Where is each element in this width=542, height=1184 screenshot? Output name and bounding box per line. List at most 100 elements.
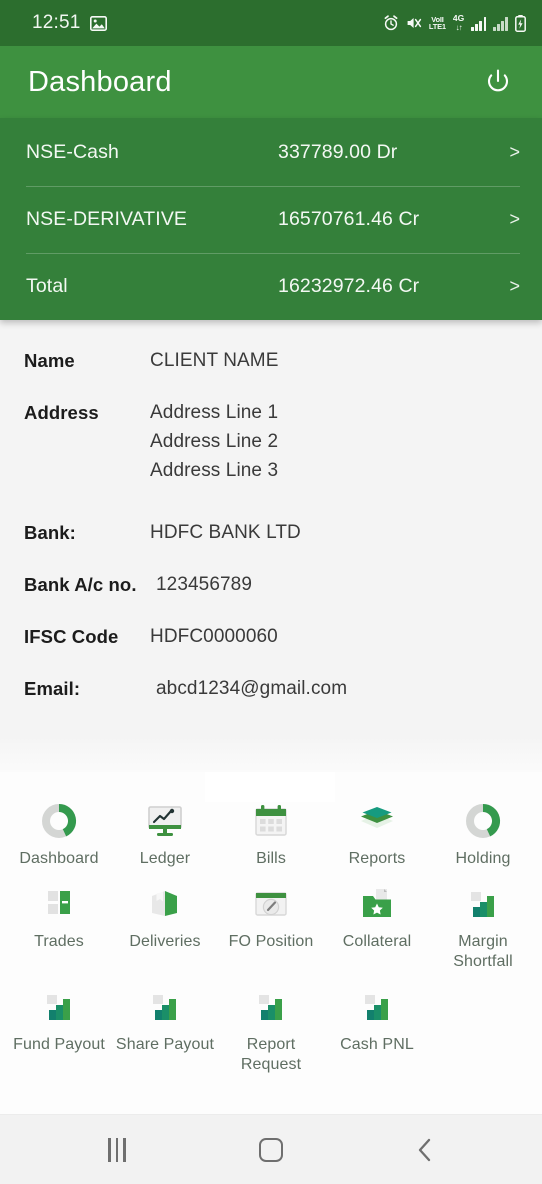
logout-power-button[interactable] bbox=[476, 60, 520, 104]
detail-value-account-number: 123456789 bbox=[156, 574, 253, 595]
detail-row-account-number: Bank A/c no. 123456789 bbox=[0, 574, 542, 596]
columns-icon bbox=[42, 881, 76, 923]
detail-label-address: Address bbox=[24, 402, 99, 423]
menu-item-trades[interactable]: Trades bbox=[6, 869, 112, 972]
box-icon bbox=[146, 881, 184, 923]
detail-value-address: Address Line 1 Address Line 2 Address Li… bbox=[150, 402, 542, 482]
menu-item-deliveries[interactable]: Deliveries bbox=[112, 869, 218, 972]
detail-row-bank: Bank: HDFC BANK LTD bbox=[0, 522, 542, 544]
battery-charging-icon bbox=[515, 14, 526, 32]
status-bar-left: 12:51 bbox=[32, 12, 107, 34]
detail-label-email: Email: bbox=[24, 678, 81, 699]
signal-bars-secondary-icon bbox=[493, 16, 508, 31]
chevron-right-icon: > bbox=[509, 276, 520, 296]
menu-label: Report Request bbox=[240, 1036, 302, 1073]
status-bar-right: VoII LTE1 4G ↓↑ bbox=[383, 14, 526, 32]
address-line-2: Address Line 2 bbox=[150, 431, 279, 452]
menu-item-fund-payout[interactable]: Fund Payout bbox=[6, 972, 112, 1075]
menu-item-collateral[interactable]: Collateral bbox=[324, 869, 430, 972]
detail-row-email: Email: abcd1234@gmail.com bbox=[0, 678, 542, 700]
data-arrows-icon: ↓↑ bbox=[455, 23, 463, 32]
alarm-icon bbox=[383, 15, 399, 31]
mute-icon bbox=[406, 15, 422, 31]
status-bar: 12:51 VoII LTE1 4G ↓↑ bbox=[0, 0, 542, 46]
menu-grid: Dashboard Ledger Bills Reports Holding T… bbox=[0, 772, 542, 1114]
menu-row-2: Trades Deliveries FO Position Collateral… bbox=[0, 869, 542, 972]
monitor-line-chart-icon bbox=[145, 798, 185, 840]
bar-chart-icon bbox=[465, 881, 501, 923]
bar-chart-icon bbox=[147, 984, 183, 1026]
menu-label: Share Payout bbox=[115, 1036, 215, 1053]
menu-item-ledger[interactable]: Ledger bbox=[112, 786, 218, 869]
phone-screen: 12:51 VoII LTE1 4G ↓↑ Dashboard NSE-Cash… bbox=[0, 0, 542, 1184]
folder-star-icon bbox=[358, 881, 396, 923]
menu-label: Fund Payout bbox=[13, 1036, 105, 1053]
menu-item-holding[interactable]: Holding bbox=[430, 786, 536, 869]
balance-row-nse-derivative[interactable]: NSE-DERIVATIVE 16570761.46 Cr > bbox=[26, 185, 520, 253]
detail-value-name: CLIENT NAME bbox=[150, 350, 279, 371]
panel-fade bbox=[0, 736, 542, 772]
menu-label: Margin Shortfall bbox=[453, 933, 513, 970]
menu-item-fo-position[interactable]: FO Position bbox=[218, 869, 324, 972]
balance-segment-label: NSE-DERIVATIVE bbox=[26, 208, 188, 230]
balance-amount: 337789.00 Dr bbox=[278, 140, 398, 163]
chevron-right-icon: > bbox=[509, 141, 520, 162]
calendar-icon bbox=[253, 798, 289, 840]
detail-label-bank: Bank: bbox=[24, 522, 76, 543]
android-navigation-bar bbox=[0, 1114, 542, 1184]
balance-segment-label: Total bbox=[26, 275, 68, 297]
app-bar: Dashboard bbox=[0, 46, 542, 118]
detail-row-name: Name CLIENT NAME bbox=[0, 350, 542, 372]
page-title: Dashboard bbox=[28, 65, 172, 98]
bar-chart-icon bbox=[41, 984, 77, 1026]
balance-amount: 16570761.46 Cr bbox=[278, 208, 420, 230]
menu-label: Cash PNL bbox=[340, 1036, 414, 1053]
detail-row-address: Address Address Line 1 Address Line 2 Ad… bbox=[0, 402, 542, 482]
detail-value-bank: HDFC BANK LTD bbox=[150, 522, 301, 543]
chevron-right-icon: > bbox=[509, 209, 520, 229]
recents-icon[interactable] bbox=[85, 1118, 149, 1182]
menu-label: Deliveries bbox=[129, 933, 201, 950]
menu-item-report-request[interactable]: Report Request bbox=[218, 972, 324, 1075]
signal-bars-icon bbox=[471, 16, 487, 31]
menu-item-share-payout[interactable]: Share Payout bbox=[112, 972, 218, 1075]
network-4g-icon: 4G ↓↑ bbox=[452, 13, 465, 33]
network-4g-label: 4G bbox=[452, 13, 465, 23]
address-line-3: Address Line 3 bbox=[150, 460, 279, 481]
donut-chart-icon bbox=[464, 798, 502, 840]
menu-label: Dashboard bbox=[19, 850, 99, 867]
detail-label-name: Name bbox=[24, 350, 75, 371]
balance-segment-label: NSE-Cash bbox=[26, 140, 119, 163]
balance-amount: 16232972.46 Cr bbox=[278, 275, 420, 297]
balance-row-nse-cash[interactable]: NSE-Cash 337789.00 Dr > bbox=[26, 119, 520, 186]
back-chevron-icon[interactable] bbox=[393, 1118, 457, 1182]
menu-label: Bills bbox=[256, 850, 286, 867]
balance-row-total[interactable]: Total 16232972.46 Cr > bbox=[26, 252, 520, 320]
home-icon[interactable] bbox=[239, 1118, 303, 1182]
bar-chart-icon bbox=[253, 984, 289, 1026]
menu-row-3: Fund Payout Share Payout Report Request … bbox=[0, 972, 542, 1075]
menu-item-empty bbox=[430, 972, 536, 1075]
address-line-1: Address Line 1 bbox=[150, 402, 279, 423]
detail-value-email: abcd1234@gmail.com bbox=[156, 678, 348, 699]
detail-value-ifsc: HDFC0000060 bbox=[150, 626, 278, 647]
menu-label: FO Position bbox=[228, 933, 314, 950]
menu-item-dashboard[interactable]: Dashboard bbox=[6, 786, 112, 869]
detail-label-account-number: Bank A/c no. bbox=[24, 574, 137, 595]
volte-bottom: LTE1 bbox=[428, 22, 446, 31]
menu-label: Trades bbox=[34, 933, 84, 950]
menu-label: Holding bbox=[455, 850, 511, 867]
gauge-window-icon bbox=[251, 881, 291, 923]
balance-card: NSE-Cash 337789.00 Dr > NSE-DERIVATIVE 1… bbox=[0, 118, 542, 320]
bar-chart-icon bbox=[359, 984, 395, 1026]
menu-label: Collateral bbox=[342, 933, 412, 950]
volte-icon: VoII LTE1 bbox=[428, 15, 446, 31]
menu-item-margin-shortfall[interactable]: Margin Shortfall bbox=[430, 869, 536, 972]
menu-item-cash-pnl[interactable]: Cash PNL bbox=[324, 972, 430, 1075]
status-bar-clock: 12:51 bbox=[32, 12, 81, 33]
image-icon bbox=[89, 15, 107, 31]
layers-icon bbox=[357, 798, 397, 840]
menu-label: Reports bbox=[348, 850, 406, 867]
detail-label-ifsc: IFSC Code bbox=[24, 626, 119, 647]
menu-item-reports[interactable]: Reports bbox=[324, 786, 430, 869]
